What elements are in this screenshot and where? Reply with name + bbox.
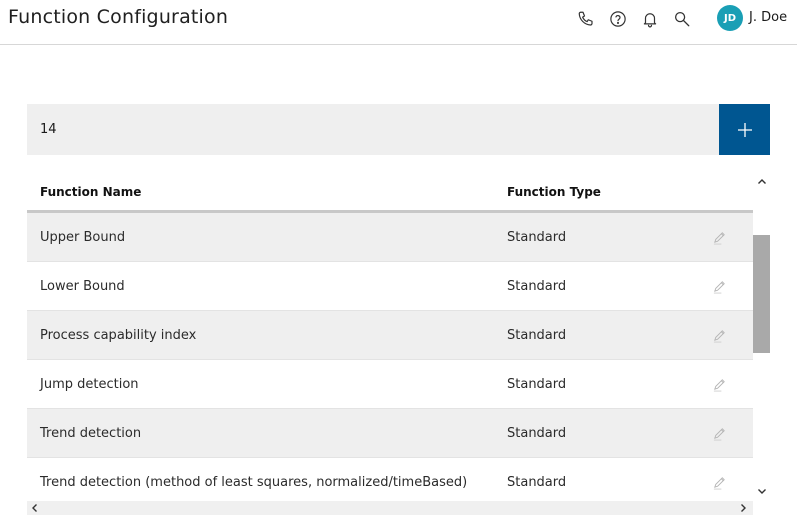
avatar[interactable]: JD [717,5,743,31]
edit-pencil-icon[interactable] [710,326,728,344]
count-bar [27,104,719,155]
add-button[interactable] [719,104,770,155]
function-type-cell: Standard [507,377,567,392]
function-type-cell: Standard [507,426,567,441]
bell-icon[interactable] [640,9,660,29]
function-name-cell: Process capability index [40,328,197,343]
scroll-right-chevron-icon[interactable] [737,502,749,514]
table-row[interactable]: Jump detection Standard [27,360,753,409]
function-table: Function Name Function Type Upper Bound … [27,173,753,501]
vertical-scroll-thumb[interactable] [753,235,770,353]
page-title: Function Configuration [8,6,229,28]
edit-pencil-icon[interactable] [710,277,728,295]
table-row[interactable]: Upper Bound Standard [27,213,753,262]
scroll-up-chevron-icon[interactable] [755,175,768,189]
search-icon[interactable] [672,9,692,29]
user-name[interactable]: J. Doe [749,10,787,25]
function-name-cell: Lower Bound [40,279,125,294]
function-type-cell: Standard [507,328,567,343]
edit-pencil-icon[interactable] [710,473,728,491]
edit-pencil-icon[interactable] [710,375,728,393]
table-body: Upper Bound Standard Lower Bound Standar… [27,213,753,501]
table-row[interactable]: Lower Bound Standard [27,262,753,311]
count-input[interactable] [27,104,719,155]
horizontal-scrollbar[interactable] [27,501,753,515]
function-name-cell: Trend detection (method of least squares… [40,475,468,490]
function-type-cell: Standard [507,475,567,490]
function-name-cell: Jump detection [40,377,139,392]
table-row[interactable]: Trend detection (method of least squares… [27,458,753,501]
function-type-cell: Standard [507,230,567,245]
app-header: Function Configuration JD J. Doe [0,0,797,45]
table-header: Function Name Function Type [27,173,753,213]
function-name-cell: Trend detection [40,426,142,441]
edit-pencil-icon[interactable] [710,424,728,442]
table-row[interactable]: Process capability index Standard [27,311,753,360]
scroll-left-chevron-icon[interactable] [29,502,41,514]
edit-pencil-icon[interactable] [710,228,728,246]
column-header-function-name[interactable]: Function Name [40,185,141,199]
plus-icon [737,122,752,137]
phone-icon[interactable] [576,9,596,29]
scroll-down-chevron-icon[interactable] [755,484,768,498]
function-type-cell: Standard [507,279,567,294]
vertical-scrollbar[interactable] [753,173,770,501]
table-row[interactable]: Trend detection Standard [27,409,753,458]
help-icon[interactable] [608,9,628,29]
column-header-function-type[interactable]: Function Type [507,185,601,199]
function-name-cell: Upper Bound [40,230,126,245]
